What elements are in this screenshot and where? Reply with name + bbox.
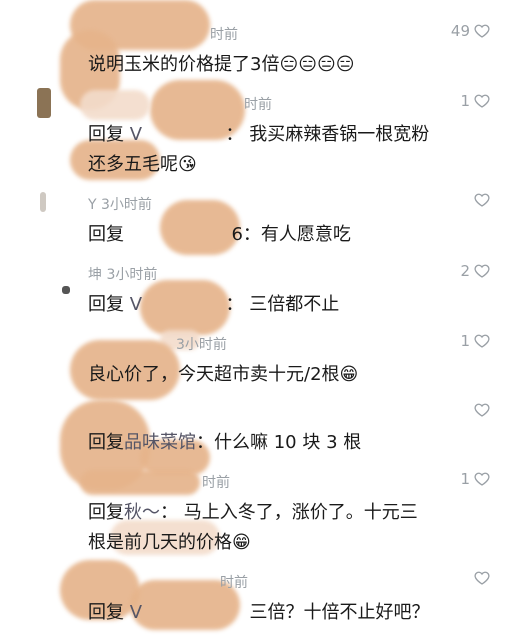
like-button[interactable]: 49 <box>451 22 490 40</box>
comment-text: 回复 V ： 三倍都不止 <box>88 290 468 320</box>
heart-outline-icon <box>474 472 490 486</box>
comment-text-line2: 还多五毛呢😘 <box>88 154 197 175</box>
comment-meta: 3小时前 <box>176 337 227 353</box>
heart-outline-icon <box>474 264 490 278</box>
heart-outline-icon <box>474 571 490 585</box>
comment-text-body: ：什么嘛 10 块 3 根 <box>196 432 362 453</box>
comment-text-line1: ： 我买麻辣香锅一根宽粉 <box>225 124 430 145</box>
reply-label: 回复 <box>88 602 124 623</box>
avatar[interactable] <box>62 286 70 294</box>
heart-outline-icon <box>474 193 490 207</box>
reply-username[interactable]: 秋～ <box>124 502 160 523</box>
comment-text-body: ： 三倍都不止 <box>225 294 340 315</box>
heart-outline-icon <box>474 403 490 417</box>
comment-text-line1: ： 马上入冬了，涨价了。十元三 <box>160 502 418 523</box>
like-button[interactable]: 1 <box>460 332 490 350</box>
reply-label: 回复 <box>88 502 124 523</box>
reply-username[interactable]: 品味菜馆 <box>124 432 196 453</box>
comment-meta: 时前 <box>220 575 248 591</box>
comment-meta: Y 3小时前 <box>88 197 152 213</box>
like-count: 49 <box>450 22 470 40</box>
comment-text-body: 三倍？十倍不止好吧？ <box>249 602 430 623</box>
comment-text: 说明玉米的价格提了3倍😑😑😑😑 <box>88 54 355 75</box>
comment-text: 回复品味菜馆：什么嘛 10 块 3 根 <box>88 428 468 458</box>
like-count: 1 <box>460 470 470 488</box>
avatar[interactable] <box>37 88 51 118</box>
reply-username[interactable]: V <box>130 602 142 623</box>
comment-text: 回复 V ： 我买麻辣香锅一根宽粉 <box>88 120 468 150</box>
avatar[interactable] <box>40 192 46 212</box>
reply-label: 回复 <box>88 294 124 315</box>
reply-label: 回复 <box>88 224 124 245</box>
like-button[interactable]: 1 <box>460 92 490 110</box>
redaction-blob <box>80 470 200 495</box>
comment-text: 良心价了，今天超市卖十元/2根😁 <box>88 364 359 385</box>
reply-label: 回复 <box>88 124 124 145</box>
comment-text: 回复 6：有人愿意吃 <box>88 220 468 250</box>
heart-outline-icon <box>474 334 490 348</box>
reply-label: 回复 <box>88 432 124 453</box>
comment-text: 回复秋～： 马上入冬了，涨价了。十元三 <box>88 498 468 528</box>
comment-text: 回复 V 三倍？十倍不止好吧？ <box>88 598 468 628</box>
comment-meta: 时前 <box>244 97 272 113</box>
like-button[interactable] <box>474 402 490 418</box>
like-count: 1 <box>460 332 470 350</box>
reply-username[interactable]: V <box>130 294 142 315</box>
redaction-blob <box>80 90 150 120</box>
like-button[interactable]: 1 <box>460 470 490 488</box>
like-button[interactable]: 2 <box>460 262 490 280</box>
like-count: 1 <box>460 92 470 110</box>
heart-outline-icon <box>474 94 490 108</box>
comment-text-line2: 根是前几天的价格😁 <box>88 532 251 553</box>
comment-text-body: 6：有人愿意吃 <box>231 224 351 245</box>
comment-meta: 时前 <box>202 475 230 491</box>
comment-meta: 坤 3小时前 <box>88 267 158 283</box>
heart-outline-icon <box>474 24 490 38</box>
reply-username[interactable]: V <box>130 124 142 145</box>
like-button[interactable] <box>474 570 490 586</box>
like-button[interactable] <box>474 192 490 208</box>
like-count: 2 <box>460 262 470 280</box>
comment-meta: 时前 <box>210 27 238 43</box>
